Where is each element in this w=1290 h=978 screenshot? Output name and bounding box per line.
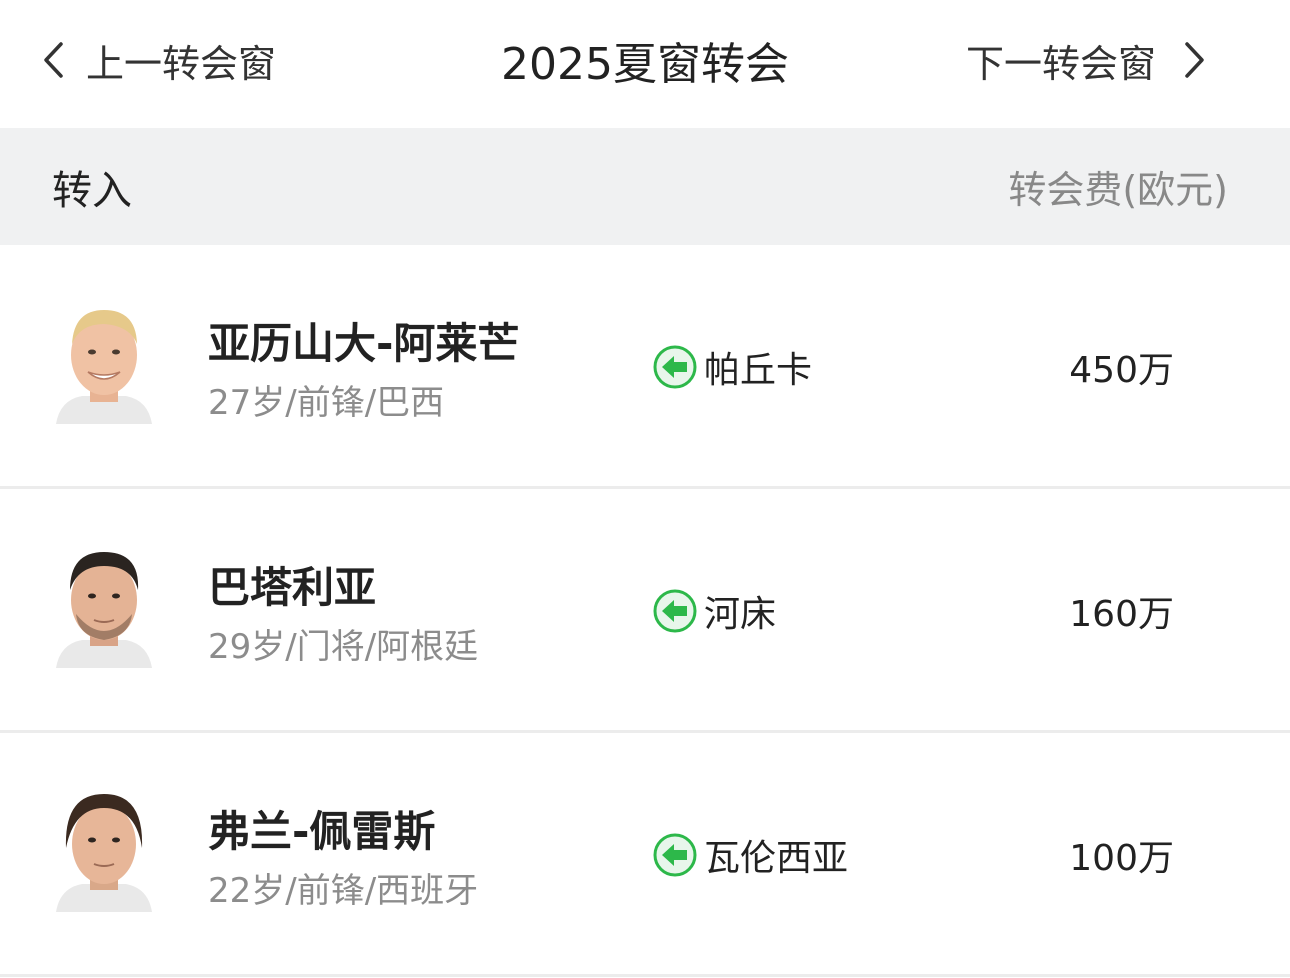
- transfer-row[interactable]: 弗兰-佩雷斯 22岁/前锋/西班牙 瓦伦西亚 100万: [0, 733, 1290, 977]
- chevron-left-icon: [40, 40, 66, 80]
- player-name: 亚历山大-阿莱芒: [208, 319, 520, 368]
- player-name: 巴塔利亚: [208, 563, 377, 612]
- from-club[interactable]: 河床: [652, 585, 776, 637]
- transfer-row[interactable]: 巴塔利亚 29岁/门将/阿根廷 河床 160万: [0, 489, 1290, 733]
- transfer-fee: 160万: [1069, 594, 1174, 635]
- player-name: 弗兰-佩雷斯: [208, 807, 436, 856]
- arrow-in-icon: [652, 588, 698, 634]
- from-club-name: 帕丘卡: [704, 350, 813, 391]
- player-avatar: [52, 788, 156, 912]
- transfer-row[interactable]: 亚历山大-阿莱芒 27岁/前锋/巴西 帕丘卡 450万: [0, 245, 1290, 489]
- transfer-fee: 450万: [1069, 350, 1174, 391]
- player-info: 27岁/前锋/巴西: [208, 383, 445, 423]
- transfer-fee: 100万: [1069, 838, 1174, 879]
- player-info: 22岁/前锋/西班牙: [208, 871, 479, 911]
- transfer-list: 亚历山大-阿莱芒 27岁/前锋/巴西 帕丘卡 450万 巴塔利亚 29岁/门将/…: [0, 245, 1290, 977]
- arrow-in-icon: [652, 832, 698, 878]
- chevron-right-icon: [1182, 40, 1208, 80]
- prev-window-button[interactable]: 上一转会窗: [40, 0, 276, 120]
- from-club-name: 瓦伦西亚: [704, 838, 849, 879]
- prev-window-label: 上一转会窗: [86, 41, 277, 86]
- next-window-label: 下一转会窗: [965, 41, 1156, 86]
- player-avatar: [52, 300, 156, 424]
- fee-column-header: 转会费(欧元): [1008, 168, 1228, 212]
- arrow-in-icon: [652, 344, 698, 390]
- section-title: 转入: [52, 167, 132, 214]
- from-club[interactable]: 瓦伦西亚: [652, 829, 848, 881]
- top-nav-bar: 上一转会窗 2025夏窗转会 下一转会窗: [0, 0, 1290, 128]
- from-club[interactable]: 帕丘卡: [652, 341, 812, 393]
- from-club-name: 河床: [704, 594, 777, 635]
- transfers-in-header: 转入 转会费(欧元): [0, 128, 1290, 245]
- next-window-button[interactable]: 下一转会窗: [966, 0, 1208, 120]
- player-info: 29岁/门将/阿根廷: [208, 627, 479, 667]
- player-avatar: [52, 544, 156, 668]
